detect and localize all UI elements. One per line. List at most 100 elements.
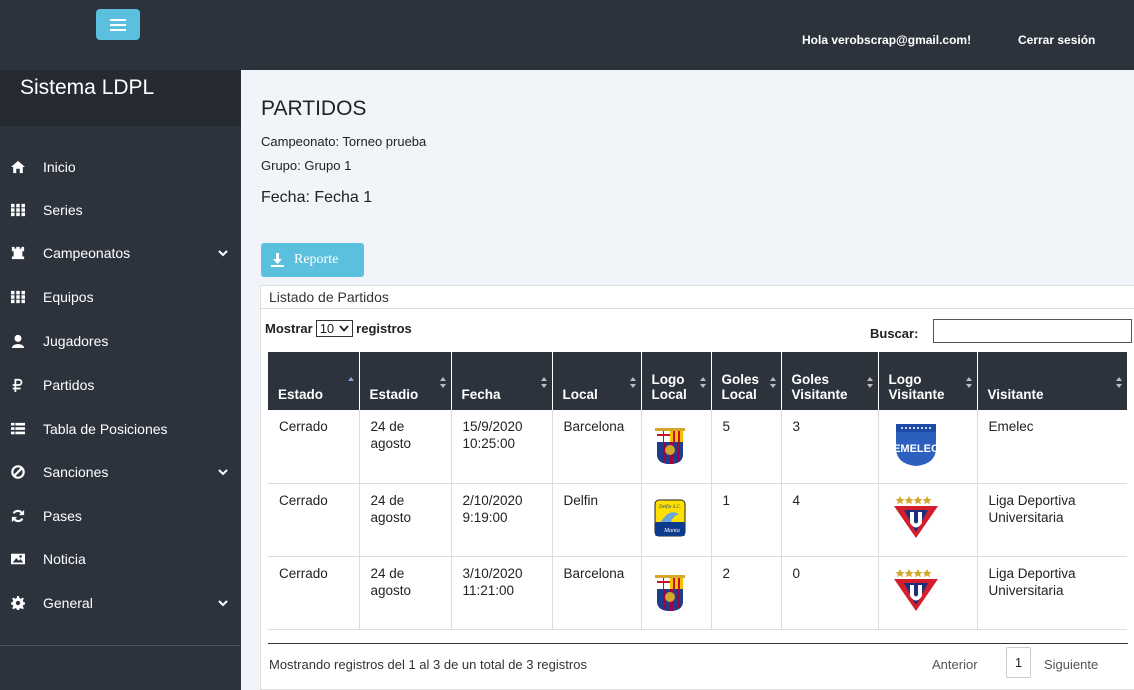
delfin-logo: Delfin S.C. Manta (654, 499, 685, 536)
sidebar-item-general[interactable]: General (0, 583, 241, 623)
table-row: Cerrado 24 de agosto 3/10/2020 11:21:00 … (268, 556, 1127, 630)
matches-panel: Listado de Partidos Mostrar 10 registros… (260, 285, 1134, 690)
table-row: Cerrado 24 de agosto 15/9/2020 10:25:00 … (268, 410, 1127, 484)
cell-local: Barcelona (552, 410, 642, 484)
list-icon (11, 422, 25, 436)
page-length-value: 10 (319, 321, 335, 336)
sidebar: Sistema LDPL Inicio Series Campeonatos E… (0, 70, 241, 690)
cell-fecha: 2/10/2020 9:19:00 (451, 483, 553, 557)
cell-goles-local: 5 (711, 410, 782, 484)
emelec-logo: EMELEC (893, 424, 938, 466)
sort-icon (699, 377, 706, 388)
ban-icon (11, 465, 25, 479)
page-1-button[interactable]: 1 (1006, 647, 1031, 678)
col-header-estadio[interactable]: Estadio (359, 352, 452, 410)
cell-local: Delfin (552, 483, 642, 557)
page-title: PARTIDOS (261, 97, 367, 120)
sort-icon (1116, 377, 1122, 388)
col-header-goles-local[interactable]: Goles Local (711, 352, 782, 410)
sidebar-item-tabla-de-posiciones[interactable]: Tabla de Posiciones (0, 409, 241, 449)
ldu-logo (893, 568, 938, 611)
picture-icon (11, 552, 25, 566)
prev-page-button[interactable]: Anterior (932, 657, 978, 672)
col-header-logo-local[interactable]: Logo Local (641, 352, 712, 410)
cell-goles-visitante: 4 (781, 483, 879, 557)
cell-local: Barcelona (552, 556, 642, 630)
sidebar-item-campeonatos[interactable]: Campeonatos (0, 233, 241, 273)
cell-goles-local: 2 (711, 556, 782, 630)
report-button-label: Reporte (294, 252, 339, 267)
sidebar-item-label: Pases (43, 508, 82, 524)
cell-logo-visitante: EMELEC (878, 410, 978, 484)
report-button[interactable]: Reporte (261, 243, 364, 277)
sidebar-item-pases[interactable]: Pases (0, 496, 241, 536)
sidebar-divider (0, 645, 241, 646)
rook-icon (11, 246, 25, 260)
sidebar-item-label: Tabla de Posiciones (43, 421, 168, 437)
col-label: Goles Local (721, 372, 760, 402)
top-navbar: Hola verobscrap@gmail.com! Cerrar sesión (0, 0, 1134, 70)
cell-estadio: 24 de agosto (359, 483, 452, 557)
col-header-local[interactable]: Local (552, 352, 642, 410)
col-header-logo-visitante[interactable]: Logo Visitante (878, 352, 978, 410)
sort-asc-icon (347, 377, 354, 381)
matches-table: Estado Estadio Fecha Local Logo Local Go… (268, 352, 1127, 630)
col-label: Estado (278, 387, 324, 402)
table-row: Cerrado 24 de agosto 2/10/2020 9:19:00 D… (268, 483, 1127, 557)
sidebar-item-label: Noticia (43, 551, 86, 567)
col-label: Fecha (461, 387, 501, 402)
chevron-down-icon (218, 469, 228, 476)
cell-estadio: 24 de agosto (359, 556, 452, 630)
cell-logo-local (641, 556, 712, 630)
sidebar-item-label: Jugadores (43, 333, 109, 349)
cell-logo-local: Delfin S.C. Manta (641, 483, 712, 557)
cell-goles-visitante: 3 (781, 410, 879, 484)
sidebar-item-label: Partidos (43, 377, 95, 393)
delfin-logo-top-text: Delfin S.C. (657, 505, 680, 510)
sort-icon (439, 377, 446, 388)
home-icon (11, 160, 25, 174)
grid-icon (11, 290, 25, 304)
search-input[interactable] (933, 319, 1132, 343)
col-label: Logo Visitante (888, 372, 945, 402)
col-header-visitante[interactable]: Visitante (977, 352, 1127, 410)
sidebar-item-jugadores[interactable]: Jugadores (0, 321, 241, 361)
col-header-estado[interactable]: Estado (268, 352, 360, 410)
chevron-down-icon (339, 325, 349, 332)
table-header-row: Estado Estadio Fecha Local Logo Local Go… (268, 352, 1127, 410)
sidebar-item-equipos[interactable]: Equipos (0, 277, 241, 317)
hamburger-icon (110, 18, 126, 31)
sort-icon (769, 377, 776, 388)
col-label: Visitante (987, 387, 1044, 402)
next-page-button[interactable]: Siguiente (1044, 657, 1098, 672)
sort-icon (540, 377, 547, 388)
page-length-select[interactable]: 10 (315, 320, 354, 337)
menu-toggle-button[interactable] (96, 9, 140, 40)
cell-visitante: Liga Deportiva Universitaria (977, 483, 1127, 557)
download-icon (271, 253, 284, 267)
panel-heading: Listado de Partidos (261, 286, 1134, 309)
sidebar-item-noticia[interactable]: Noticia (0, 539, 241, 579)
sidebar-item-sanciones[interactable]: Sanciones (0, 452, 241, 492)
barcelona-logo (654, 428, 685, 464)
col-header-goles-visitante[interactable]: Goles Visitante (781, 352, 879, 410)
sidebar-item-inicio[interactable]: Inicio (0, 147, 241, 187)
user-icon (11, 334, 25, 348)
sort-icon (965, 377, 972, 388)
cell-logo-local (641, 410, 712, 484)
col-header-fecha[interactable]: Fecha (451, 352, 553, 410)
sort-icon (866, 377, 873, 388)
grid-icon (11, 203, 25, 217)
sidebar-item-partidos[interactable]: Partidos (0, 365, 241, 405)
cell-visitante: Emelec (977, 410, 1127, 484)
cell-fecha: 15/9/2020 10:25:00 (451, 410, 553, 484)
sidebar-item-label: Campeonatos (43, 245, 131, 261)
show-prefix: Mostrar (265, 321, 313, 336)
cell-goles-visitante: 0 (781, 556, 879, 630)
barcelona-logo (654, 574, 685, 611)
cell-goles-local: 1 (711, 483, 782, 557)
ldu-logo (893, 495, 938, 538)
sidebar-item-series[interactable]: Series (0, 190, 241, 230)
show-suffix: registros (356, 321, 412, 336)
logout-link[interactable]: Cerrar sesión (1018, 33, 1095, 47)
